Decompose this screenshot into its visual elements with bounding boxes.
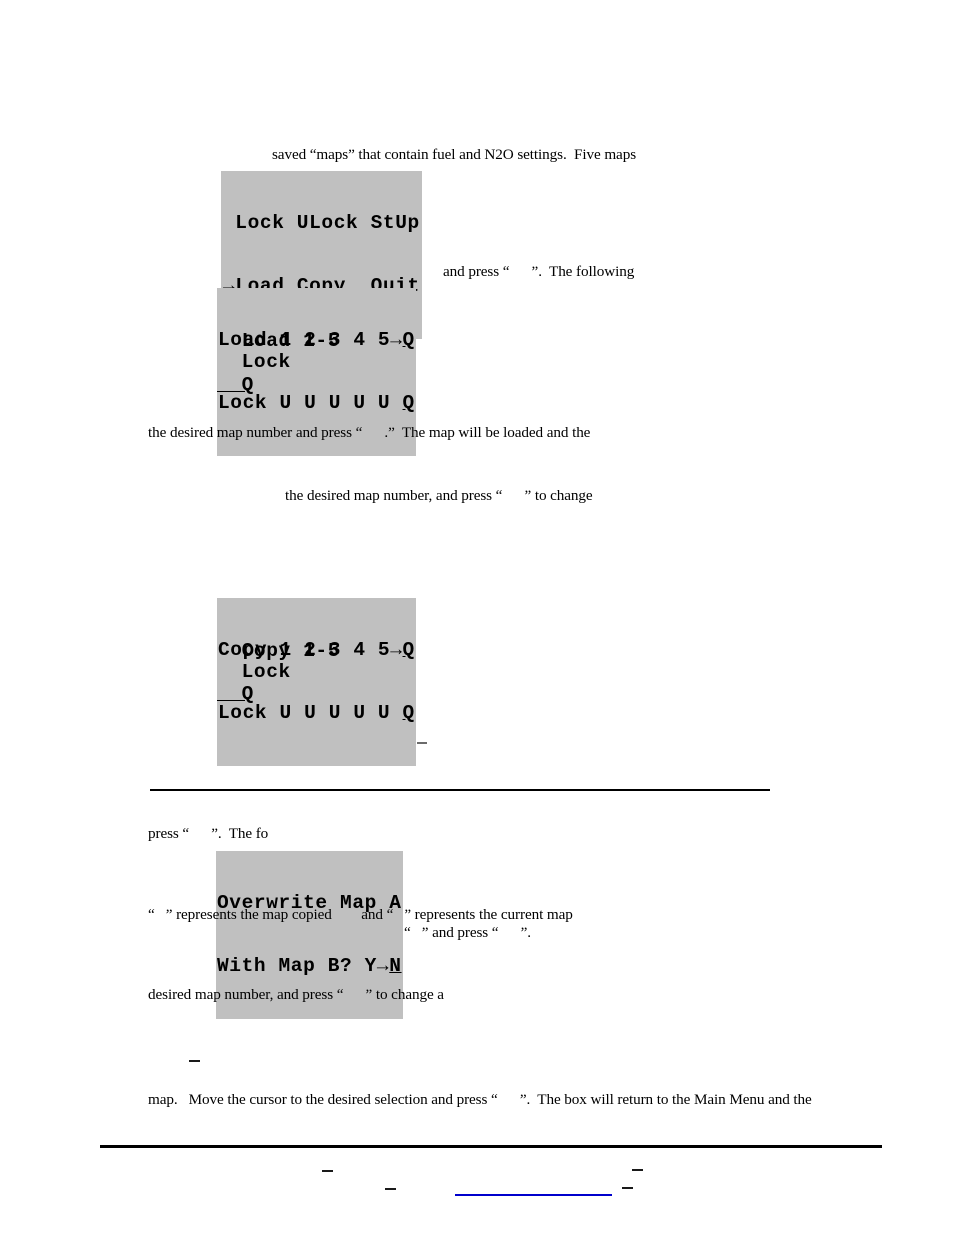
copy-display-line-2: Lock U U U U U Q	[218, 703, 415, 724]
text-artifact-dash-mid	[189, 1060, 200, 1062]
footer-website-link-underline	[455, 1194, 612, 1196]
load-display-cursor-char-2: Q	[402, 392, 415, 414]
paragraph-desired-map-change-a: desired map number, and press “ ” to cha…	[148, 986, 444, 1003]
copy-display-cursor-char-1: Q	[402, 639, 415, 661]
copy-legend-item-lock: Lock	[217, 661, 291, 683]
load-legend-item-lock: Lock	[217, 351, 291, 373]
paragraph-map-move-cursor: map. Move the cursor to the desired sele…	[148, 1091, 812, 1108]
load-legend-quit-char: Q	[217, 374, 254, 396]
footer-artifact-dash-4	[622, 1187, 633, 1189]
paragraph-represents-copied: “ ” represents the map copied and “ ” re…	[148, 906, 573, 923]
main-menu-line-1: Lock ULock StUp	[223, 212, 420, 234]
paragraph-press-the-fo: press “ ”. The fo	[148, 825, 269, 842]
text-artifact-dash-upper	[417, 742, 427, 744]
overwrite-display-line-2-prefix: With Map B? Y→	[217, 955, 390, 977]
load-display-line-2: Lock U U U U U Q	[218, 393, 415, 414]
copy-display-cursor-char-2: Q	[402, 702, 415, 724]
footer-artifact-dash-2	[632, 1169, 643, 1171]
section-divider-rule	[150, 789, 770, 791]
load-display-cursor-char-1: Q	[402, 329, 415, 351]
footer-divider-rule	[100, 1145, 882, 1148]
document-page: saved “maps” that contain fuel and N2O s…	[0, 0, 954, 1235]
copy-legend-item-quit: Q	[217, 684, 254, 705]
paragraph-saved-maps: saved “maps” that contain fuel and N2O s…	[272, 146, 636, 163]
copy-display-line-2-prefix: Lock U U U U U	[218, 702, 403, 724]
paragraph-desired-map-loaded: the desired map number and press “ .” Th…	[148, 424, 591, 441]
overwrite-display-line-2: With Map B? Y→N	[217, 956, 402, 977]
copy-legend-quit-char: Q	[217, 683, 254, 705]
paragraph-desired-map-change: the desired map number, and press “ ” to…	[285, 487, 593, 504]
footer-artifact-dash-1	[322, 1170, 333, 1172]
load-legend-item-quit: Q	[217, 375, 254, 396]
footer-website-link[interactable]	[455, 1180, 612, 1196]
footer-website-link-label	[455, 1180, 612, 1194]
load-legend-item-range: Load 1-5	[217, 330, 341, 352]
footer-artifact-dash-3	[385, 1188, 396, 1190]
copy-legend-item-range: Copy 1-5	[217, 640, 341, 662]
overwrite-cursor-char: N	[389, 955, 402, 977]
paragraph-and-press-short: “ ” and press “ ”.	[404, 924, 531, 941]
paragraph-and-press-following: and press “ ”. The following	[443, 263, 635, 280]
